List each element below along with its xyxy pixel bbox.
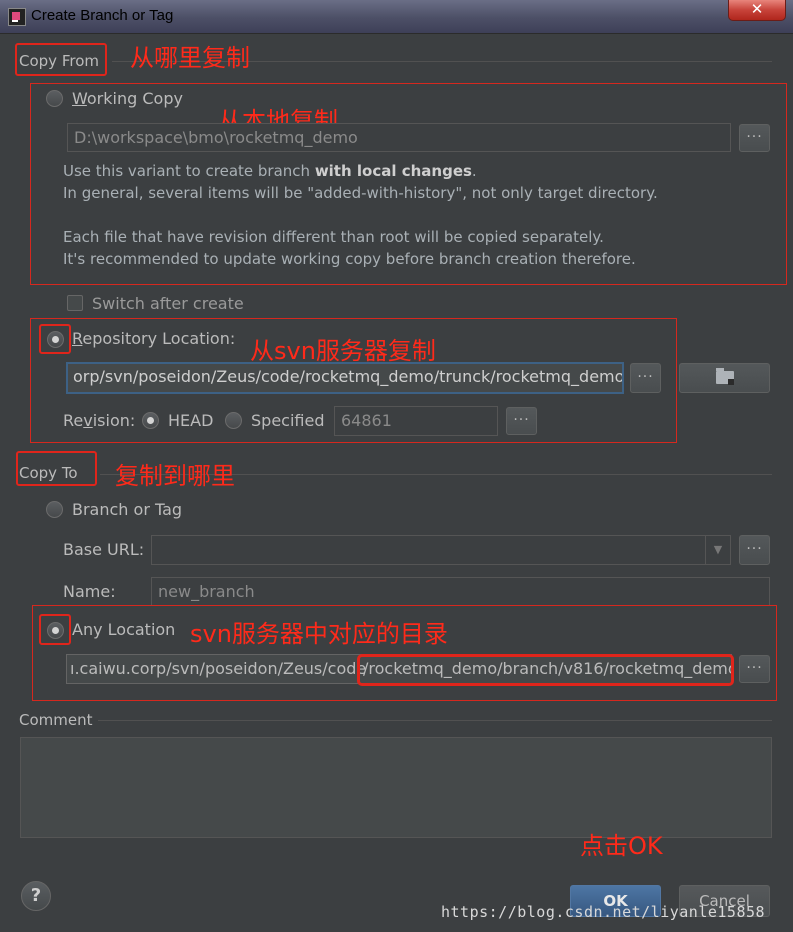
base-url-combobox[interactable]: ▼: [151, 535, 731, 565]
title-bar: Create Branch or Tag ✕: [0, 0, 793, 34]
name-label: Name:: [63, 582, 116, 601]
working-copy-label[interactable]: Working Copy: [72, 89, 183, 108]
branch-name-field[interactable]: new_branch: [151, 577, 770, 606]
watermark: https://blog.csdn.net/liyanle15858: [441, 903, 766, 921]
any-location-label[interactable]: Any Location: [72, 620, 175, 639]
switch-after-create-label[interactable]: Switch after create: [92, 294, 244, 313]
repository-location-radio[interactable]: [47, 331, 64, 348]
revision-label: Revision:: [63, 411, 136, 430]
copy-to-header: Copy To: [19, 464, 78, 482]
target-path-highlight: [357, 654, 734, 686]
repository-location-annotation: 从svn服务器复制: [250, 337, 436, 365]
revision-head-label[interactable]: HEAD: [168, 411, 213, 430]
close-button[interactable]: ✕: [728, 0, 786, 21]
revision-head-radio[interactable]: [142, 412, 159, 429]
working-copy-desc-4: It's recommended to update working copy …: [63, 250, 636, 268]
copy-from-annotation: 从哪里复制: [130, 44, 250, 72]
ok-annotation: 点击OK: [580, 832, 663, 860]
working-copy-desc-1: Use this variant to create branch with l…: [63, 162, 477, 180]
any-location-browse-button[interactable]: ···: [739, 655, 770, 683]
branch-or-tag-label[interactable]: Branch or Tag: [72, 500, 182, 519]
working-copy-radio[interactable]: [46, 90, 63, 107]
comment-separator: [98, 720, 772, 721]
working-copy-path-field[interactable]: D:\workspace\bmo\rocketmq_demo: [67, 123, 731, 152]
working-copy-desc-3: Each file that have revision different t…: [63, 228, 604, 246]
base-url-label: Base URL:: [63, 540, 145, 559]
comment-textarea[interactable]: [20, 737, 772, 838]
comment-header: Comment: [19, 711, 93, 729]
repository-folder-button[interactable]: [679, 363, 770, 393]
working-copy-browse-button[interactable]: ···: [739, 124, 770, 152]
branch-or-tag-radio[interactable]: [46, 501, 63, 518]
revision-browse-button[interactable]: ···: [506, 407, 537, 435]
revision-specified-radio[interactable]: [225, 412, 242, 429]
repository-browse-button[interactable]: ···: [630, 363, 661, 393]
revision-specified-label[interactable]: Specified: [251, 411, 324, 430]
revision-number-field[interactable]: 64861: [334, 406, 498, 436]
switch-after-create-checkbox[interactable]: [67, 295, 83, 311]
working-copy-desc-2: In general, several items will be "added…: [63, 184, 658, 202]
folder-icon: [716, 368, 734, 385]
any-location-url-prefix: ı.caiwu.corp/svn/poseidon/Zeus/code: [70, 659, 367, 678]
help-button[interactable]: ?: [21, 881, 51, 911]
window-title: Create Branch or Tag: [31, 7, 174, 24]
copy-from-highlight: [15, 43, 107, 76]
any-location-annotation: svn服务器中对应的目录: [190, 620, 448, 648]
any-location-radio[interactable]: [47, 622, 64, 639]
copy-to-annotation: 复制到哪里: [115, 462, 235, 490]
chevron-down-icon[interactable]: ▼: [705, 536, 730, 564]
repository-location-label[interactable]: Repository Location:: [72, 329, 235, 348]
base-url-browse-button[interactable]: ···: [739, 535, 770, 565]
repository-url-field[interactable]: orp/svn/poseidon/Zeus/code/rocketmq_demo…: [66, 362, 624, 394]
app-icon: [8, 8, 26, 26]
